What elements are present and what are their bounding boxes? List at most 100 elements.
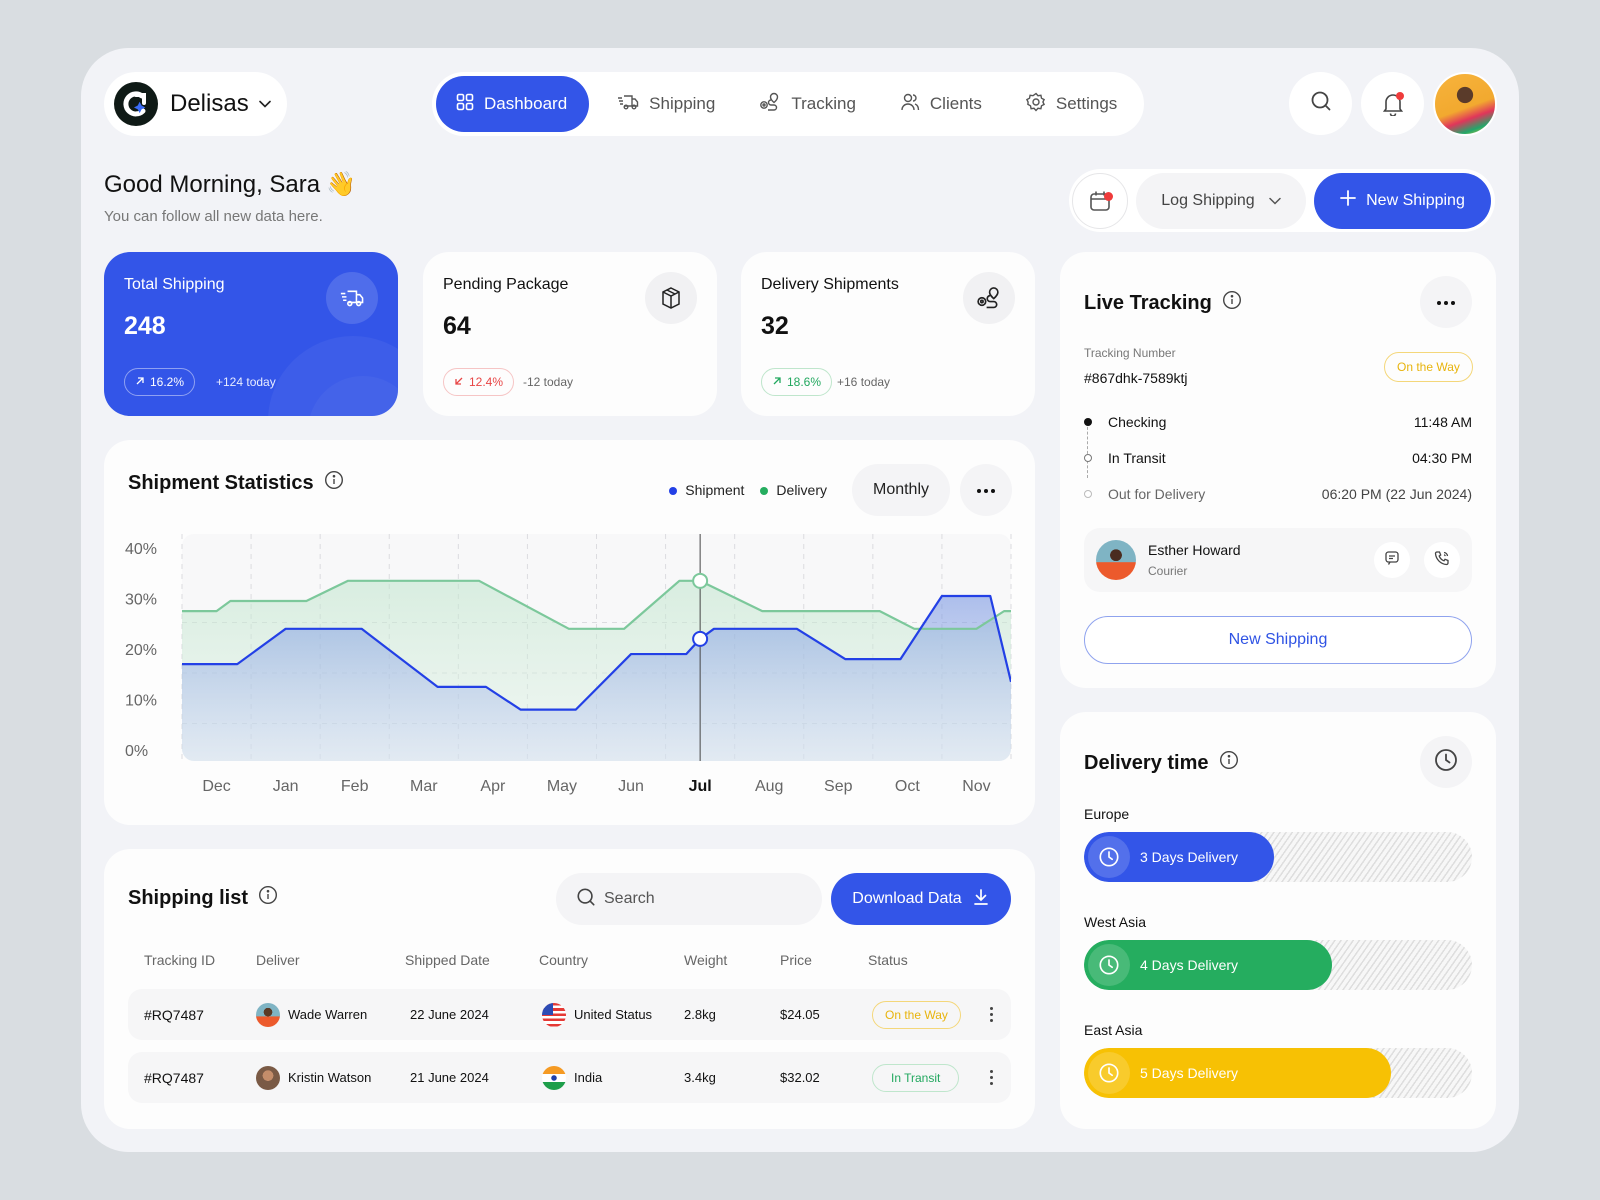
row-menu-button[interactable] — [990, 1052, 993, 1103]
column-header[interactable]: Weight — [684, 952, 727, 968]
chart-title: Shipment Statistics — [128, 471, 314, 494]
stat-card-delivery-shipments: Delivery Shipments 32 18.6% +16 today — [741, 252, 1035, 416]
truck-icon — [326, 272, 378, 324]
column-header[interactable]: Tracking ID — [144, 952, 215, 968]
live-tracking-more-button[interactable] — [1420, 276, 1472, 328]
shipping-list-card: Shipping list Search Download Data Track… — [104, 849, 1035, 1129]
x-tick-label: Jul — [689, 778, 712, 795]
x-tick-label: Jun — [618, 778, 644, 795]
price: $32.02 — [780, 1070, 820, 1085]
column-header[interactable]: Country — [539, 952, 588, 968]
today-delta: +124 today — [216, 375, 276, 389]
brand-name: Delisas — [170, 90, 249, 117]
chart-more-button[interactable] — [960, 464, 1012, 516]
price: $24.05 — [780, 1007, 820, 1022]
calendar-button[interactable] — [1072, 172, 1128, 229]
shipped-date: 22 June 2024 — [410, 1007, 489, 1022]
column-header[interactable]: Status — [868, 952, 908, 968]
delivery-progress-track: 3 Days Delivery — [1084, 832, 1472, 882]
log-shipping-dropdown[interactable]: Log Shipping — [1136, 172, 1306, 229]
wave-emoji-icon: 👋 — [326, 171, 357, 198]
country-cell: United Status — [542, 989, 652, 1040]
today-delta: -12 today — [523, 375, 574, 389]
nav-item-clients[interactable]: Clients — [878, 76, 1004, 132]
avatar — [256, 1002, 280, 1027]
table-row[interactable]: #RQ7487 Kristin Watson 21 June 2024 Indi… — [128, 1052, 1011, 1103]
nav-label: Shipping — [649, 94, 716, 113]
x-tick-label: Oct — [895, 778, 920, 795]
clock-icon — [1434, 748, 1458, 777]
timeline-step: Out for Delivery 06:20 PM (22 Jun 2024) — [1108, 486, 1472, 502]
stat-value: 32 — [761, 312, 789, 340]
plus-icon — [1340, 190, 1357, 211]
step-label: Out for Delivery — [1108, 486, 1206, 502]
delivery-time-card: Delivery time Europe 3 Days Delivery Wes… — [1060, 712, 1496, 1129]
truck-icon — [617, 93, 639, 116]
new-shipping-button[interactable]: New Shipping — [1314, 172, 1491, 229]
message-courier-button[interactable] — [1374, 542, 1410, 578]
deliver-cell: Wade Warren — [256, 989, 367, 1040]
step-time: 06:20 PM (22 Jun 2024) — [1321, 486, 1472, 502]
column-header[interactable]: Deliver — [256, 952, 300, 968]
info-icon[interactable] — [258, 885, 278, 911]
nav-item-dashboard[interactable]: Dashboard — [436, 76, 590, 132]
legend-dot — [760, 487, 769, 495]
phone-icon — [1434, 550, 1450, 571]
x-tick-label: Apr — [480, 778, 506, 795]
notifications-button[interactable] — [1361, 72, 1424, 135]
tracking-number[interactable]: #867dhk-7589ktj — [1084, 370, 1188, 386]
live-tracking-title: Live Tracking — [1084, 291, 1212, 314]
stat-title: Total Shipping — [124, 276, 225, 293]
clock-icon — [1088, 836, 1130, 878]
arrow-up-right-icon — [772, 375, 782, 389]
deliver-cell: Kristin Watson — [256, 1052, 371, 1103]
us-flag-icon — [542, 1002, 566, 1027]
card-title: Delivery time — [1084, 750, 1239, 776]
india-flag-icon — [542, 1065, 566, 1090]
delivery-time-clock-button[interactable] — [1420, 736, 1472, 788]
column-header[interactable]: Shipped Date — [405, 952, 490, 968]
change-value: 18.6% — [787, 375, 822, 389]
shipping-list-title: Shipping list — [128, 886, 248, 909]
info-icon[interactable] — [1219, 750, 1239, 776]
search-input[interactable]: Search — [556, 873, 822, 925]
legend-item-delivery[interactable]: Delivery — [760, 482, 827, 498]
arrow-up-right-icon — [135, 375, 145, 389]
today-delta: +16 today — [837, 375, 891, 389]
period-dropdown[interactable]: Monthly — [852, 464, 950, 516]
info-icon[interactable] — [1222, 290, 1242, 316]
new-shipping-outline-button[interactable]: New Shipping — [1084, 616, 1472, 664]
column-header[interactable]: Price — [780, 952, 812, 968]
nav-label: Dashboard — [484, 94, 568, 113]
main-nav: Dashboard Shipping Tracking Clients Sett… — [432, 72, 1144, 136]
country-cell: India — [542, 1052, 602, 1103]
nav-item-shipping[interactable]: Shipping — [595, 76, 737, 132]
arrow-down-left-icon — [454, 375, 464, 389]
greeting-title: Good Morning, Sara 👋 — [104, 170, 356, 199]
timeline-dot-current — [1084, 454, 1092, 462]
clock-icon — [1088, 1052, 1130, 1094]
search-button[interactable] — [1289, 72, 1352, 135]
nav-label: Settings — [1055, 94, 1118, 113]
nav-label: Clients — [929, 94, 982, 113]
workspace-switcher[interactable]: Delisas — [104, 72, 287, 136]
y-tick-label: 30% — [125, 592, 157, 609]
legend-item-shipment[interactable]: Shipment — [669, 482, 744, 498]
y-tick-label: 0% — [125, 743, 148, 760]
user-avatar[interactable] — [1433, 72, 1497, 136]
download-data-button[interactable]: Download Data — [831, 873, 1011, 925]
region-label: Europe — [1084, 806, 1130, 822]
tracking-status-badge: On the Way — [1384, 352, 1473, 382]
step-time: 04:30 PM — [1412, 450, 1472, 466]
change-badge: 12.4% — [443, 368, 515, 396]
call-courier-button[interactable] — [1424, 542, 1460, 578]
row-menu-button[interactable] — [990, 989, 993, 1040]
step-label: Checking — [1108, 414, 1167, 430]
info-icon[interactable] — [324, 470, 344, 496]
table-row[interactable]: #RQ7487 Wade Warren 22 June 2024 United … — [128, 989, 1011, 1040]
nav-item-tracking[interactable]: Tracking — [737, 76, 878, 132]
package-icon — [645, 272, 697, 324]
delivery-progress-track: 5 Days Delivery — [1084, 1048, 1472, 1098]
nav-item-settings[interactable]: Settings — [1004, 76, 1139, 132]
x-tick-label: Jan — [273, 778, 299, 795]
